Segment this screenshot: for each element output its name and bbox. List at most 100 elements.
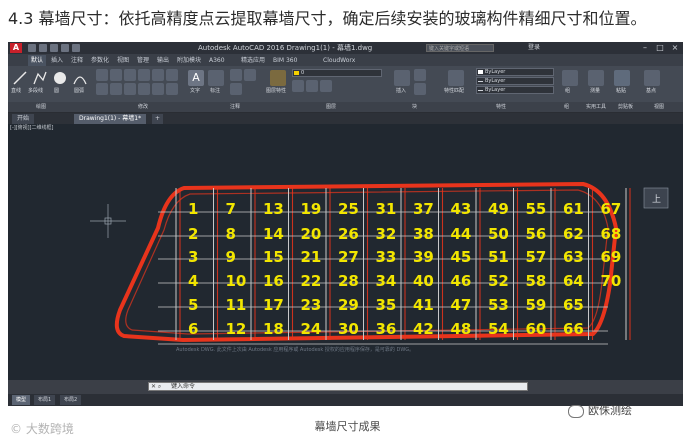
color-combo[interactable]: ByLayer — [476, 68, 554, 76]
trim-tool-icon[interactable] — [124, 69, 136, 81]
command-line-input[interactable]: ✕ ⌕ 键入命令 — [148, 382, 528, 391]
layer-off-icon[interactable] — [292, 80, 304, 92]
file-tab-drawing[interactable]: Drawing1(1) - 幕墙1* — [74, 114, 147, 124]
ribbon-tab-0[interactable]: 默认 — [28, 55, 47, 66]
tool-label-match: 特性匹配 — [444, 88, 465, 94]
file-tab-start[interactable]: 开始 — [12, 114, 35, 124]
leader-icon[interactable] — [230, 83, 242, 95]
panel-number-42: 42 — [413, 320, 434, 338]
text-tool-icon[interactable]: A — [188, 70, 204, 86]
panel-label-draw[interactable]: 绘图 — [36, 102, 46, 112]
panel-label-clipboard[interactable]: 剪贴板 — [618, 102, 633, 112]
move-tool-icon[interactable] — [96, 69, 108, 81]
layer-isolate-icon[interactable] — [306, 80, 318, 92]
new-file-icon[interactable] — [28, 44, 36, 52]
match-properties-icon[interactable] — [448, 70, 464, 86]
panel-label-view[interactable]: 视图 — [654, 102, 664, 112]
create-block-icon[interactable] — [414, 69, 426, 81]
fillet-tool-icon[interactable] — [124, 83, 136, 95]
measure-icon[interactable] — [588, 70, 604, 86]
panel-number-9: 9 — [226, 248, 236, 266]
layout-tab-model[interactable]: 模型 — [12, 395, 31, 405]
layer-freeze-icon[interactable] — [320, 80, 332, 92]
circle-tool-icon[interactable] — [52, 70, 68, 86]
ribbon-tab-1[interactable]: 插入 — [48, 55, 66, 66]
panel-number-3: 3 — [188, 248, 198, 266]
arc-tool-icon[interactable] — [72, 70, 88, 86]
close-icon[interactable]: × — [668, 42, 682, 54]
watermark-left: © 大数跨境 — [10, 422, 74, 436]
rotate-tool-icon[interactable] — [110, 69, 122, 81]
mirror-tool-icon[interactable] — [110, 83, 122, 95]
login-button[interactable]: 登录 — [528, 42, 540, 54]
ribbon-tab-6[interactable]: 输出 — [154, 55, 172, 66]
maximize-icon[interactable]: □ — [653, 42, 667, 54]
ribbon-tab-7[interactable]: 附加模块 — [174, 55, 204, 66]
panel-number-6: 6 — [188, 320, 198, 338]
panel-number-67: 67 — [601, 200, 622, 218]
insert-block-icon[interactable] — [394, 70, 410, 86]
panel-label-groups[interactable]: 组 — [564, 102, 569, 112]
ribbon-tab-10[interactable]: BIM 360 — [270, 55, 300, 66]
layout-tab-2[interactable]: 布局2 — [60, 395, 82, 405]
ribbon-tab-5[interactable]: 管理 — [134, 55, 152, 66]
autocad-logo-icon[interactable]: A — [10, 43, 22, 53]
search-input[interactable]: 键入关键字或短语 — [426, 44, 494, 52]
layer-properties-icon[interactable] — [270, 70, 286, 86]
explode-tool-icon[interactable] — [138, 83, 150, 95]
viewcube-label: 上 — [652, 194, 661, 205]
minimize-icon[interactable]: – — [638, 42, 652, 54]
lineweight-combo[interactable]: ByLayer — [476, 86, 554, 94]
ribbon-tab-4[interactable]: 视图 — [114, 55, 132, 66]
layer-combo[interactable]: 0 — [292, 69, 382, 77]
panel-number-10: 10 — [226, 272, 247, 290]
edit-block-icon[interactable] — [414, 83, 426, 95]
base-point-icon[interactable] — [644, 70, 660, 86]
new-tab-plus-icon[interactable]: + — [152, 114, 164, 124]
panel-number-21: 21 — [301, 248, 322, 266]
redo-icon[interactable] — [72, 44, 80, 52]
panel-number-27: 27 — [338, 248, 359, 266]
undo-icon[interactable] — [61, 44, 69, 52]
panel-number-51: 51 — [488, 248, 509, 266]
array-tool-icon[interactable] — [166, 69, 178, 81]
copy-tool-icon[interactable] — [96, 83, 108, 95]
ribbon-tab-11[interactable]: CloudWorx — [320, 55, 358, 66]
dimension-tool-icon[interactable] — [208, 70, 224, 86]
line-tool-icon[interactable] — [12, 70, 28, 86]
panel-label-modify[interactable]: 修改 — [138, 102, 148, 112]
open-file-icon[interactable] — [39, 44, 47, 52]
panel-number-13: 13 — [263, 200, 284, 218]
wechat-icon — [568, 404, 584, 418]
lineweight-swatch — [478, 90, 483, 91]
panel-label-properties[interactable]: 特性 — [496, 102, 506, 112]
polyline-tool-icon[interactable] — [32, 70, 48, 86]
panel-number-62: 62 — [563, 225, 584, 243]
linetype-combo[interactable]: ByLayer — [476, 77, 554, 85]
panel-number-11: 11 — [226, 296, 247, 314]
paste-icon[interactable] — [614, 70, 630, 86]
panel-label-annotation[interactable]: 注释 — [230, 102, 240, 112]
erase-tool-icon[interactable] — [138, 69, 150, 81]
panel-number-54: 54 — [488, 320, 509, 338]
table-icon[interactable] — [244, 69, 256, 81]
ribbon-tab-3[interactable]: 参数化 — [88, 55, 112, 66]
watermark-right: 欧侏测绘 — [568, 402, 632, 418]
ribbon-tab-9[interactable]: 精选应用 — [238, 55, 268, 66]
save-icon[interactable] — [50, 44, 58, 52]
panel-label-utilities[interactable]: 实用工具 — [586, 102, 606, 112]
offset-tool-icon[interactable] — [166, 83, 178, 95]
ribbon-tab-8[interactable]: A360 — [206, 55, 228, 66]
command-line-close-icon[interactable]: ✕ ⌕ — [151, 383, 161, 390]
linear-dim-icon[interactable] — [230, 69, 242, 81]
scale-tool-icon[interactable] — [152, 83, 164, 95]
layout-tab-1[interactable]: 布局1 — [34, 395, 56, 405]
color-combo-value: ByLayer — [485, 69, 506, 75]
ribbon-tab-2[interactable]: 注释 — [68, 55, 86, 66]
panel-label-block[interactable]: 块 — [412, 102, 417, 112]
stretch-tool-icon[interactable] — [152, 69, 164, 81]
panel-number-14: 14 — [263, 225, 284, 243]
drawing-viewport[interactable]: [-][俯视][二维线框] 上 1 2 3 4 5 6 7 8 9 10 11 12 13 14 15 16 17… — [8, 124, 683, 380]
panel-label-layers[interactable]: 图层 — [326, 102, 336, 112]
group-icon[interactable] — [562, 70, 578, 86]
